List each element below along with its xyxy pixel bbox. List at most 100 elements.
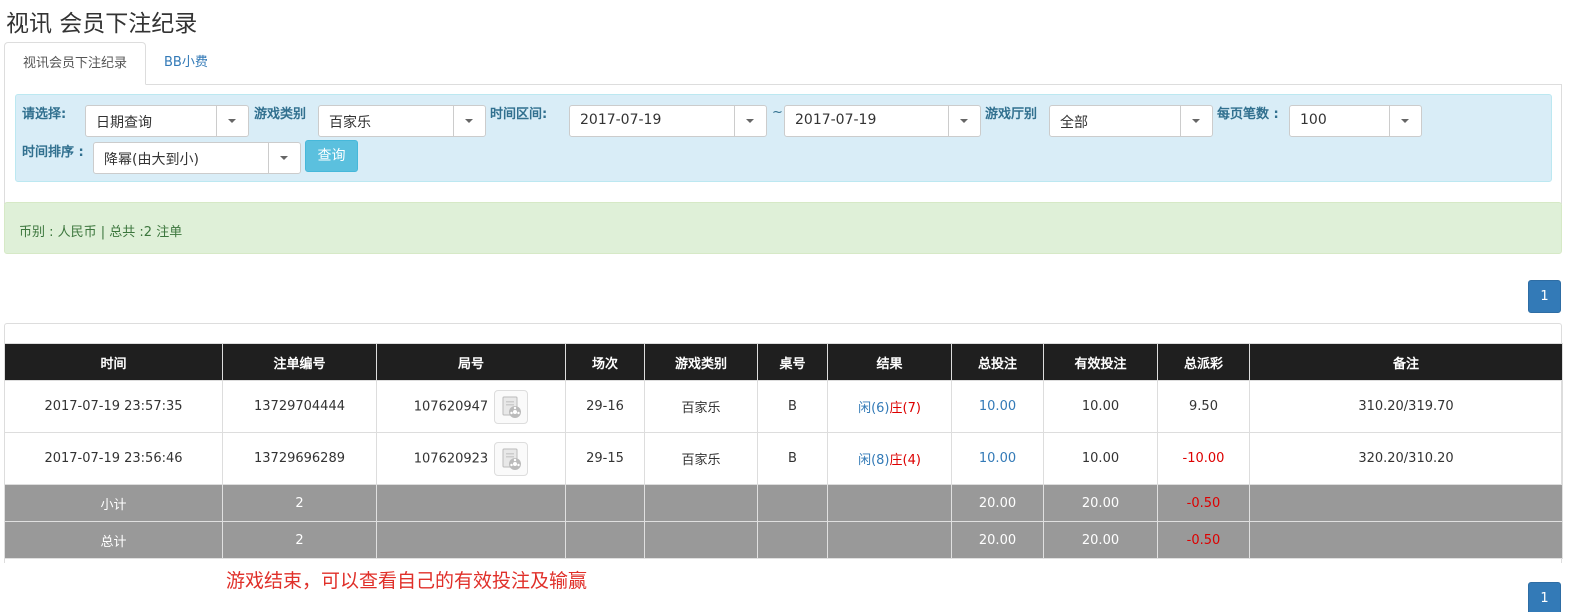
- hall-value: 全部: [1060, 115, 1088, 131]
- sort-value: 降幂(由大到小): [104, 152, 199, 168]
- col-result: 结果: [827, 343, 952, 381]
- result-banker: 庄(7): [889, 401, 921, 416]
- cell-valid-bet: 10.00: [1043, 380, 1158, 433]
- chevron-down-icon: [948, 106, 980, 136]
- col-game-type: 游戏类别: [644, 343, 758, 381]
- hall-select[interactable]: 全部: [1049, 105, 1213, 137]
- query-type-value: 日期查询: [96, 115, 152, 131]
- cell-game-type: 百家乐: [644, 380, 758, 433]
- query-button[interactable]: 查询: [305, 140, 358, 172]
- col-valid-bet: 有效投注: [1043, 343, 1158, 381]
- grand-total-row: 总计 2 20.00 20.00 -0.50: [4, 521, 1563, 559]
- chevron-down-icon: [268, 143, 300, 173]
- total-empty: [1249, 521, 1563, 559]
- select-label: 请选择:: [22, 107, 67, 122]
- cell-result: 闲(6)庄(7): [827, 380, 952, 433]
- cell-time: 2017-07-19 23:57:35: [4, 380, 223, 433]
- total-empty: [757, 521, 828, 559]
- cell-remark: 320.20/310.20: [1249, 432, 1563, 485]
- subtotal-empty: [827, 484, 952, 522]
- col-round-id: 局号: [376, 343, 566, 381]
- pagination-page-1-top[interactable]: 1: [1528, 280, 1561, 313]
- col-bet-id: 注单编号: [222, 343, 377, 381]
- cell-time: 2017-07-19 23:56:46: [4, 432, 223, 485]
- tab-bb-tips[interactable]: BB小费: [150, 42, 222, 85]
- chevron-down-icon: [734, 106, 766, 136]
- chevron-down-icon: [1389, 106, 1421, 136]
- subtotal-count: 2: [222, 484, 377, 522]
- video-film-icon[interactable]: [494, 389, 529, 424]
- cell-total-bet[interactable]: 10.00: [951, 380, 1044, 433]
- cell-round-id: 107620923: [376, 432, 566, 485]
- table-header-row: 时间 注单编号 局号 场次 游戏类别 桌号 结果 总投注 有效投注 总派彩 备注: [4, 343, 1563, 381]
- summary-alert: 币别 : 人民币 | 总共 :2 注单: [4, 202, 1562, 254]
- subtotal-empty: [565, 484, 645, 522]
- col-payout: 总派彩: [1157, 343, 1250, 381]
- table-row: 2017-07-19 23:56:46 13729696289 10762092…: [4, 432, 1563, 485]
- subtotal-empty: [376, 484, 566, 522]
- bet-records-table: 时间 注单编号 局号 场次 游戏类别 桌号 结果 总投注 有效投注 总派彩 备注…: [4, 343, 1563, 559]
- per-page-select[interactable]: 100: [1289, 105, 1422, 137]
- game-type-select[interactable]: 百家乐: [318, 105, 486, 137]
- subtotal-total-bet: 20.00: [951, 484, 1044, 522]
- total-empty: [376, 521, 566, 559]
- total-empty: [827, 521, 952, 559]
- col-table: 桌号: [757, 343, 828, 381]
- cell-table: B: [757, 432, 828, 485]
- cell-round-id: 107620947: [376, 380, 566, 433]
- table-row: 2017-07-19 23:57:35 13729704444 10762094…: [4, 380, 1563, 433]
- sort-label: 时间排序 :: [22, 145, 84, 160]
- per-page-label: 每页笔数 :: [1217, 107, 1279, 122]
- total-empty: [565, 521, 645, 559]
- subtotal-valid-bet: 20.00: [1043, 484, 1158, 522]
- cell-game-type: 百家乐: [644, 432, 758, 485]
- result-player: 闲(8): [858, 453, 890, 468]
- game-type-value: 百家乐: [329, 115, 371, 131]
- hall-label: 游戏厅别: [985, 107, 1038, 122]
- cell-session: 29-15: [565, 432, 645, 485]
- total-empty: [644, 521, 758, 559]
- round-id-text: 107620923: [413, 451, 489, 466]
- pagination-page-1-bottom[interactable]: 1: [1528, 582, 1561, 612]
- cell-result: 闲(8)庄(4): [827, 432, 952, 485]
- range-separator: ~: [772, 105, 783, 120]
- date-from-value: 2017-07-19: [580, 112, 662, 128]
- cell-payout: 9.50: [1157, 380, 1250, 433]
- cell-table: B: [757, 380, 828, 433]
- game-type-label: 游戏类别: [254, 107, 307, 122]
- cell-remark: 310.20/319.70: [1249, 380, 1563, 433]
- subtotal-row: 小计 2 20.00 20.00 -0.50: [4, 484, 1563, 522]
- col-remark: 备注: [1249, 343, 1563, 381]
- cell-total-bet[interactable]: 10.00: [951, 432, 1044, 485]
- query-type-select[interactable]: 日期查询: [85, 105, 249, 137]
- total-payout: -0.50: [1157, 521, 1250, 559]
- total-count: 2: [222, 521, 377, 559]
- chevron-down-icon: [453, 106, 485, 136]
- video-film-icon[interactable]: [494, 441, 529, 476]
- col-time: 时间: [4, 343, 223, 381]
- date-to-value: 2017-07-19: [795, 112, 877, 128]
- sort-select[interactable]: 降幂(由大到小): [93, 142, 301, 174]
- filter-box: 请选择: 日期查询 游戏类别 百家乐 时间区间: 2017-07-19 ~ 20…: [15, 94, 1552, 182]
- chevron-down-icon: [216, 106, 248, 136]
- cell-session: 29-16: [565, 380, 645, 433]
- total-total-bet: 20.00: [951, 521, 1044, 559]
- cell-payout: -10.00: [1157, 432, 1250, 485]
- tab-bar: 视讯会员下注纪录 BB小费: [4, 42, 1562, 85]
- total-label: 总计: [4, 521, 223, 559]
- per-page-value: 100: [1300, 112, 1327, 128]
- filter-panel: 请选择: 日期查询 游戏类别 百家乐 时间区间: 2017-07-19 ~ 20…: [4, 84, 1562, 204]
- chevron-down-icon: [1180, 106, 1212, 136]
- subtotal-payout: -0.50: [1157, 484, 1250, 522]
- date-from-select[interactable]: 2017-07-19: [569, 105, 767, 137]
- total-valid-bet: 20.00: [1043, 521, 1158, 559]
- cell-bet-id: 13729704444: [222, 380, 377, 433]
- subtotal-label: 小计: [4, 484, 223, 522]
- round-id-text: 107620947: [413, 399, 489, 414]
- page-title: 视讯 会员下注纪录: [6, 11, 198, 37]
- subtotal-empty: [644, 484, 758, 522]
- tab-bet-records[interactable]: 视讯会员下注纪录: [4, 42, 146, 85]
- annotation-note: 游戏结束，可以查看自己的有效投注及输赢: [226, 570, 588, 592]
- subtotal-empty: [1249, 484, 1563, 522]
- date-to-select[interactable]: 2017-07-19: [784, 105, 981, 137]
